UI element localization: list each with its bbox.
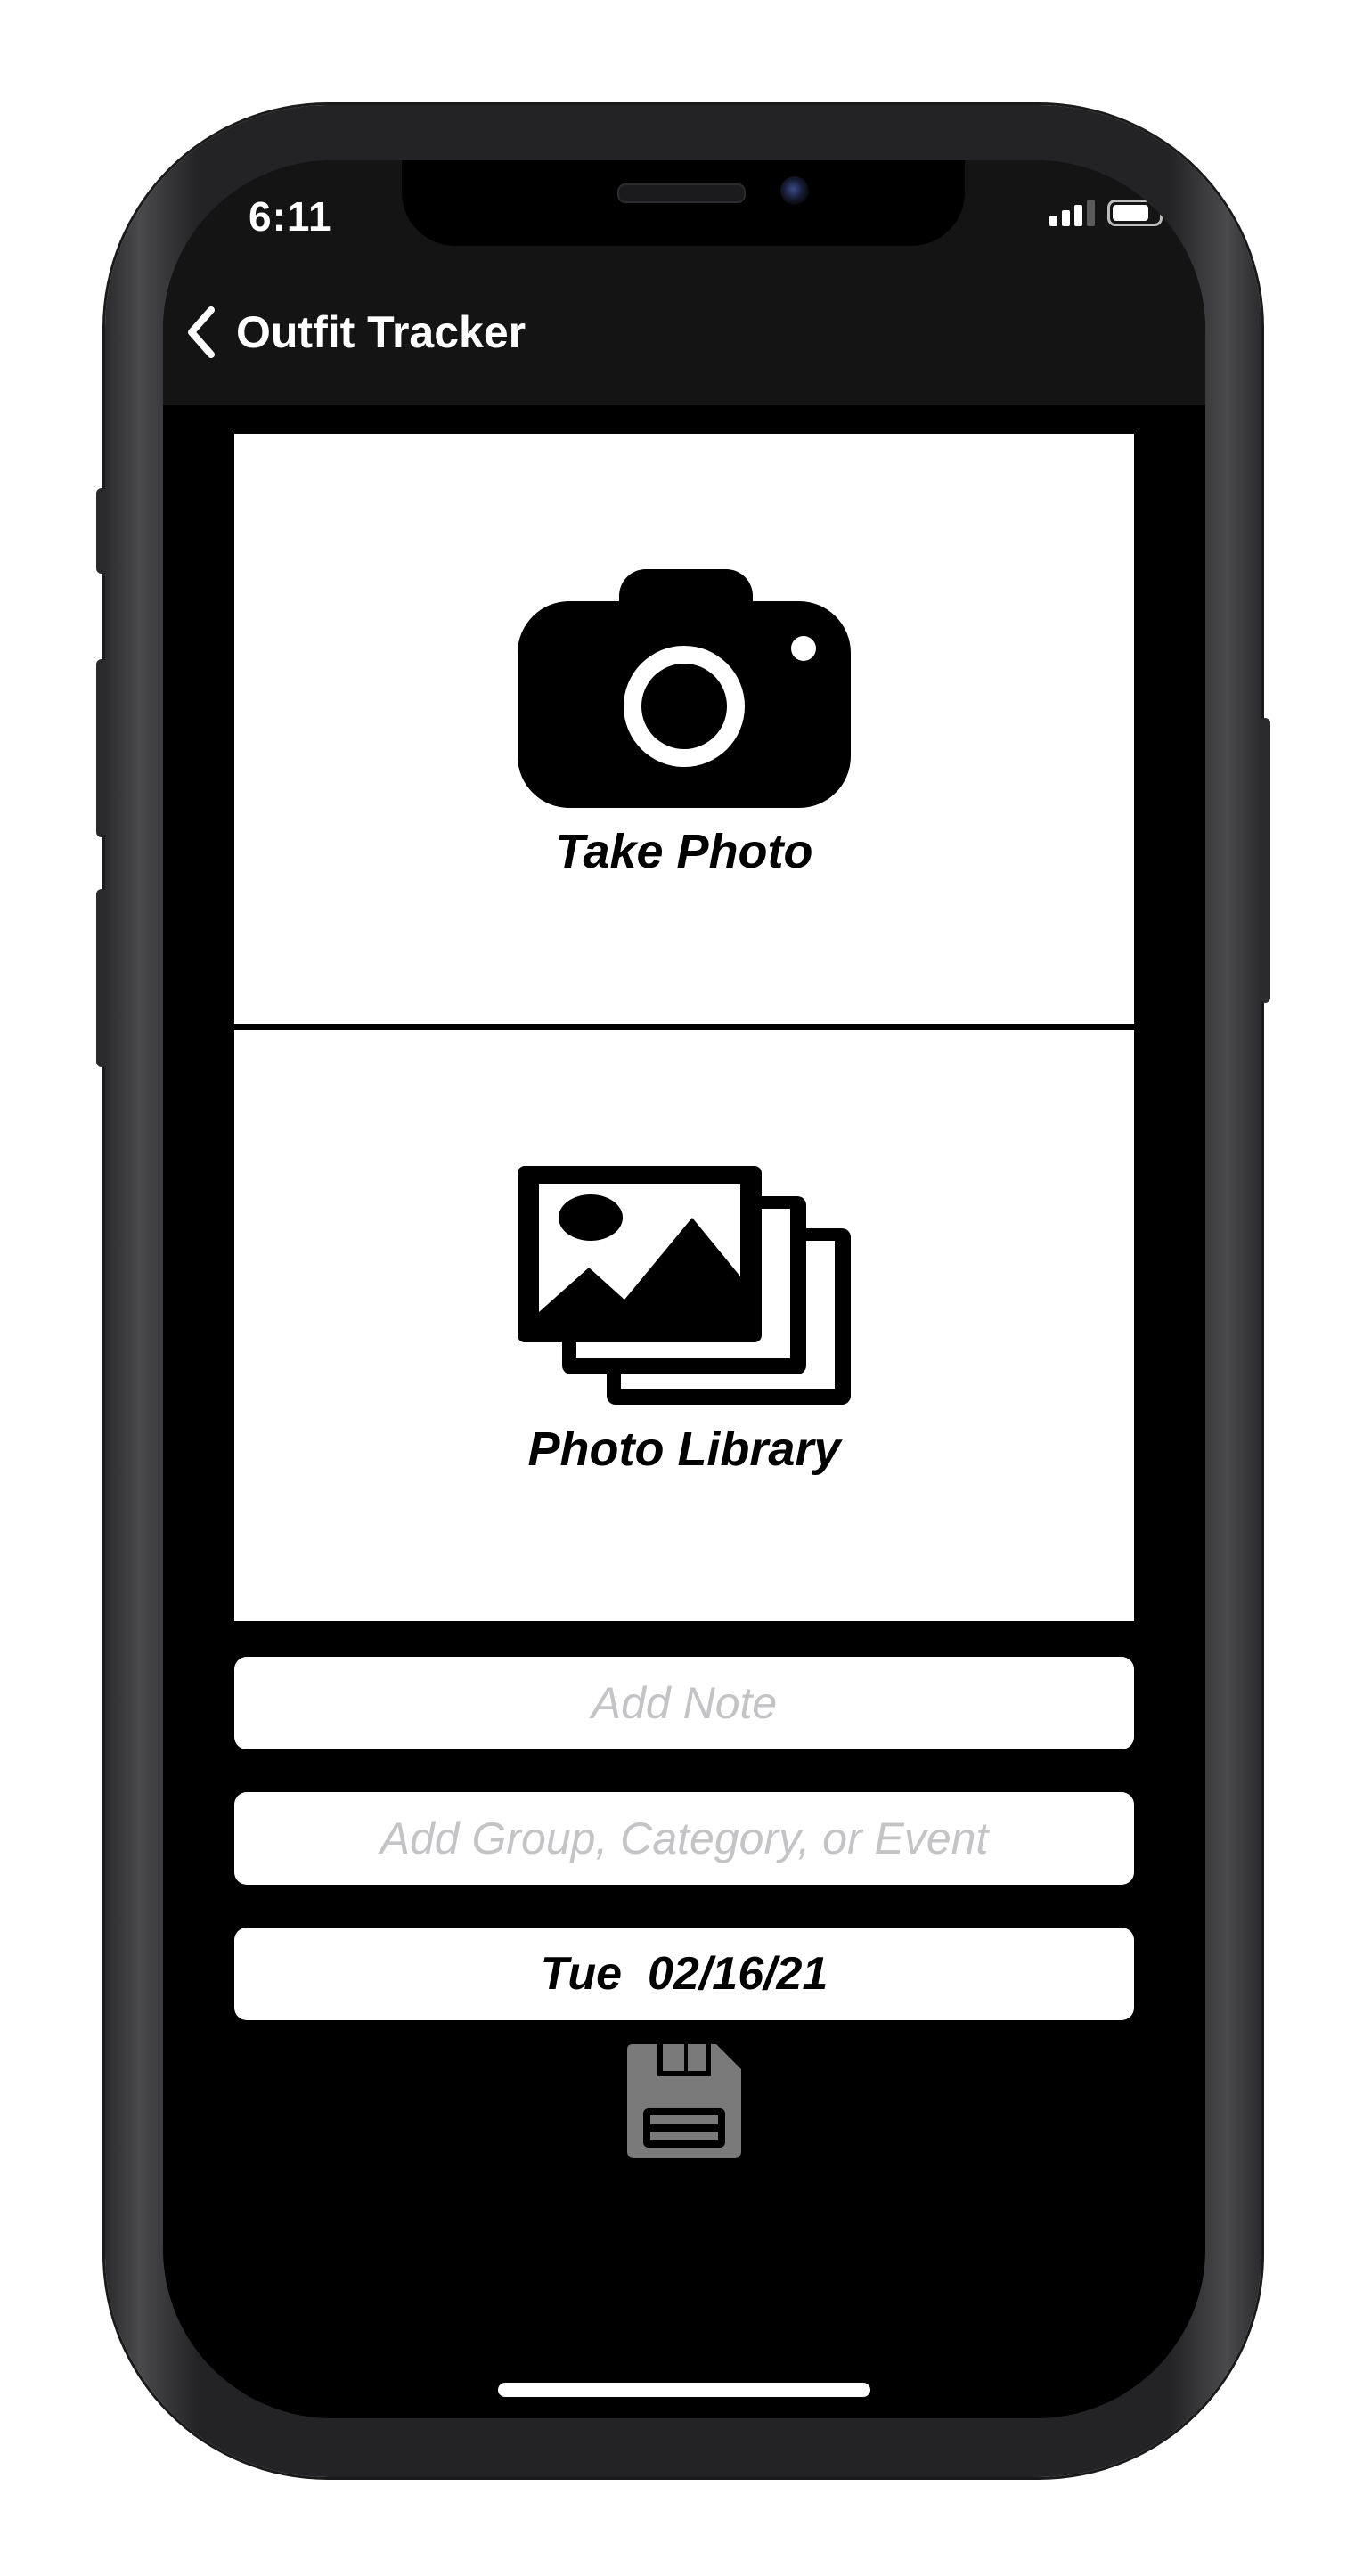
take-photo-label: Take Photo — [555, 825, 813, 878]
photo-library-label: Photo Library — [527, 1423, 841, 1476]
notch — [402, 160, 965, 246]
group-input[interactable] — [234, 1812, 1134, 1865]
cellular-signal-icon — [1049, 200, 1095, 226]
note-field[interactable] — [234, 1657, 1134, 1749]
photo-library-button[interactable]: Photo Library — [234, 1030, 1134, 1621]
camera-icon — [518, 569, 851, 808]
group-field[interactable] — [234, 1792, 1134, 1885]
date-picker[interactable]: Tue 02/16/21 — [234, 1928, 1134, 2020]
volume-down-button — [96, 889, 107, 1067]
date-value: Tue 02/16/21 — [540, 1948, 828, 2000]
power-button — [1260, 718, 1270, 1003]
speaker-grille — [617, 183, 746, 203]
status-time: 6:11 — [249, 193, 332, 240]
note-input[interactable] — [234, 1676, 1134, 1730]
home-indicator[interactable] — [498, 2383, 870, 2397]
volume-up-button — [96, 659, 107, 837]
floppy-disk-icon — [627, 2044, 741, 2158]
photo-stack-icon — [518, 1166, 851, 1405]
take-photo-button[interactable]: Take Photo — [234, 434, 1134, 1024]
battery-icon — [1107, 200, 1168, 226]
back-button[interactable]: Outfit Tracker — [186, 306, 526, 358]
back-button-title: Outfit Tracker — [236, 307, 526, 357]
front-camera — [780, 176, 809, 205]
status-indicators — [1049, 200, 1168, 226]
save-button[interactable] — [627, 2044, 741, 2158]
silent-switch — [96, 488, 107, 574]
chevron-left-icon — [188, 306, 215, 358]
screen: 6:11 Outfit Tracker Take Photo Photo Lib… — [163, 160, 1205, 2418]
